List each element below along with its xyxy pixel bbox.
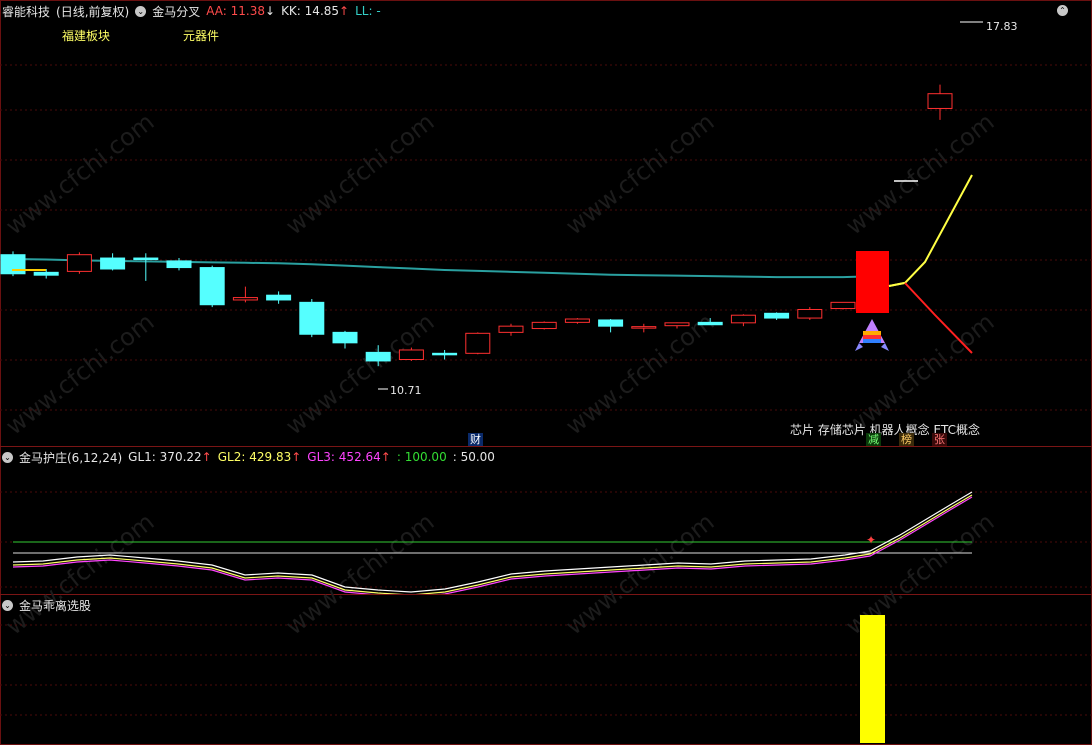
butterfly-icon: ✦	[866, 533, 876, 547]
projection-up-line	[888, 174, 973, 287]
gl2-line	[12, 494, 973, 594]
candle-body	[531, 321, 557, 330]
down-candle	[332, 330, 358, 349]
candle-body	[299, 301, 325, 335]
guard-indicator-chart[interactable]: ✦	[0, 447, 1092, 594]
rocket-fin	[881, 343, 889, 351]
candle-body	[133, 257, 159, 261]
signal-bar	[860, 615, 885, 743]
candle-body	[730, 314, 756, 324]
candle-body	[465, 332, 491, 354]
candle-body	[598, 319, 624, 327]
rocket-icon	[855, 319, 889, 351]
signal-layer	[12, 21, 983, 390]
up-candle	[531, 321, 557, 330]
down-candle	[432, 349, 458, 360]
projection-down-line	[904, 282, 973, 354]
up-candle	[465, 332, 491, 355]
up-candle	[498, 323, 524, 336]
candle-body	[797, 308, 823, 319]
down-candle	[598, 319, 624, 333]
gl3-line	[12, 496, 973, 594]
up-candle	[730, 314, 756, 327]
candle-body	[631, 326, 657, 329]
candle-body	[100, 257, 126, 270]
candle-body	[66, 254, 92, 272]
down-candle	[0, 251, 26, 277]
down-candle	[299, 299, 325, 338]
candle-body	[33, 271, 59, 276]
up-candle	[664, 322, 690, 329]
rocket-fin	[855, 343, 863, 351]
ma-line	[12, 257, 877, 279]
candle-body	[498, 325, 524, 333]
candle-body	[564, 318, 590, 323]
rocket-band	[863, 335, 881, 339]
signal-block	[856, 251, 889, 313]
candlestick-chart[interactable]	[0, 0, 1092, 446]
candle-body	[927, 93, 953, 109]
rocket-band	[863, 339, 881, 343]
candle-body	[232, 297, 258, 301]
up-candle	[398, 347, 424, 361]
candle-body	[697, 321, 723, 326]
down-candle	[365, 345, 391, 367]
candle-body	[266, 294, 292, 301]
up-candle	[631, 323, 657, 333]
up-candle	[66, 252, 92, 274]
candles	[0, 84, 953, 367]
up-candle	[232, 286, 258, 303]
candle-body	[365, 351, 391, 362]
down-candle	[133, 253, 159, 281]
candle-body	[830, 301, 856, 310]
up-candle	[830, 301, 856, 310]
candle-body	[398, 349, 424, 361]
up-candle	[927, 84, 953, 120]
down-candle	[199, 265, 225, 308]
down-candle	[764, 312, 790, 320]
candle-body	[199, 267, 225, 306]
down-candle	[100, 253, 126, 271]
down-candle	[697, 318, 723, 326]
deviation-indicator-chart[interactable]	[0, 595, 1092, 745]
moving-average	[12, 257, 877, 279]
grid	[0, 64, 1092, 411]
candle-body	[764, 312, 790, 319]
candle-body	[432, 352, 458, 356]
rocket-band	[863, 331, 881, 335]
down-candle	[266, 291, 292, 304]
up-candle	[564, 318, 590, 324]
up-candle	[797, 307, 823, 320]
candle-body	[166, 260, 192, 269]
candle-body	[664, 322, 690, 327]
candle-body	[332, 331, 358, 344]
